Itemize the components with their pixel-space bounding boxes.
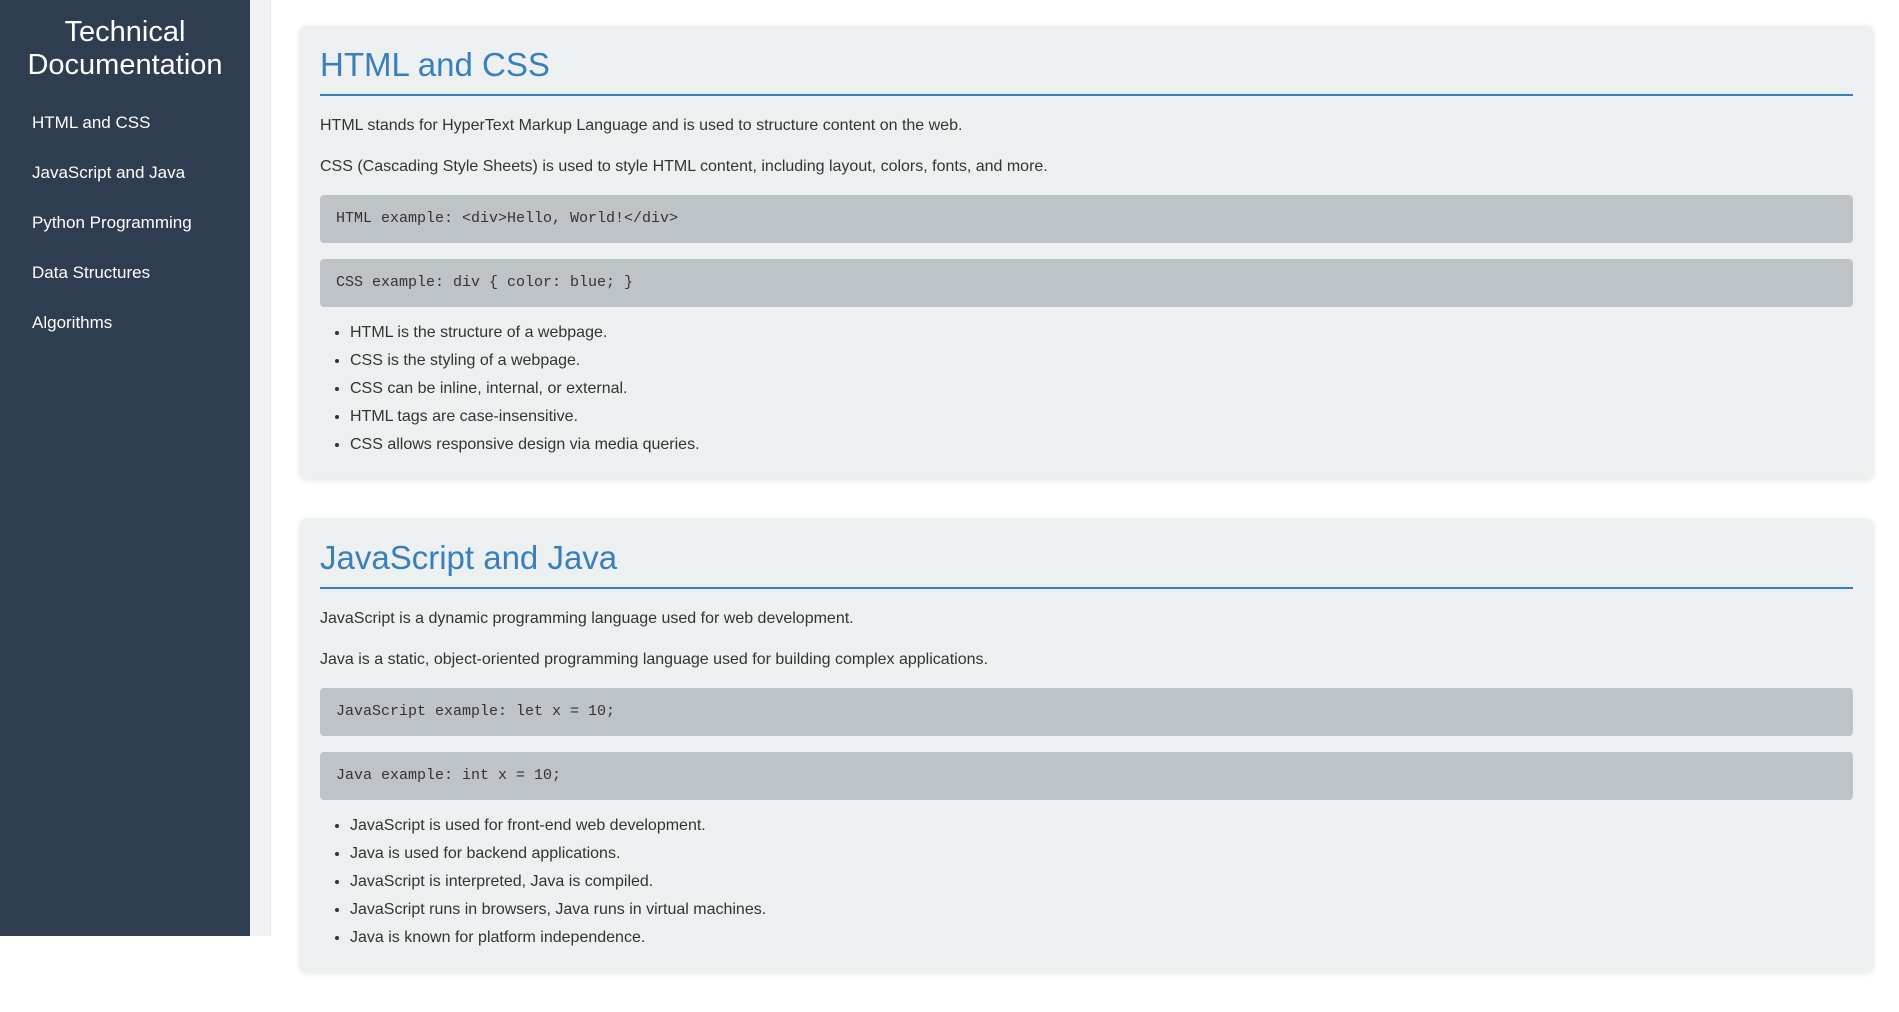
bullet-list: JavaScript is used for front-end web dev… xyxy=(320,812,1853,952)
section-title: HTML and CSS xyxy=(320,42,1853,96)
section-javascript-java: JavaScript and Java JavaScript is a dyna… xyxy=(300,519,1873,972)
code-block: Java example: int x = 10; xyxy=(320,752,1853,800)
section-title: JavaScript and Java xyxy=(320,535,1853,589)
nav-list: HTML and CSS JavaScript and Java Python … xyxy=(0,108,250,358)
code-block: JavaScript example: let x = 10; xyxy=(320,688,1853,736)
list-item: JavaScript is interpreted, Java is compi… xyxy=(350,868,1853,896)
list-item: HTML is the structure of a webpage. xyxy=(350,319,1853,347)
code-block: CSS example: div { color: blue; } xyxy=(320,259,1853,307)
code-block: HTML example: <div>Hello, World!</div> xyxy=(320,195,1853,243)
list-item: Java is used for backend applications. xyxy=(350,840,1853,868)
nav-link-python[interactable]: Python Programming xyxy=(0,208,250,238)
section-paragraph: JavaScript is a dynamic programming lang… xyxy=(320,610,854,627)
section-paragraph: HTML stands for HyperText Markup Languag… xyxy=(320,117,963,134)
nav-item-javascript-java: JavaScript and Java xyxy=(0,158,250,208)
sidebar-nav: Technical Documentation HTML and CSS Jav… xyxy=(0,0,250,936)
sidebar-title-line-1: Technical xyxy=(64,16,186,48)
section-paragraph: Java is a static, object-oriented progra… xyxy=(320,651,988,668)
nav-link-javascript-java[interactable]: JavaScript and Java xyxy=(0,158,250,188)
content-gutter xyxy=(250,0,271,936)
nav-item-algorithms: Algorithms xyxy=(0,308,250,358)
list-item: JavaScript runs in browsers, Java runs i… xyxy=(350,896,1853,924)
sidebar-title: Technical Documentation xyxy=(0,0,250,82)
section-paragraph: CSS (Cascading Style Sheets) is used to … xyxy=(320,158,1048,175)
list-item: HTML tags are case-insensitive. xyxy=(350,403,1853,431)
list-item: CSS is the styling of a webpage. xyxy=(350,347,1853,375)
nav-item-html-css: HTML and CSS xyxy=(0,108,250,158)
nav-link-html-css[interactable]: HTML and CSS xyxy=(0,108,250,138)
nav-link-data-structures[interactable]: Data Structures xyxy=(0,258,250,288)
nav-item-python: Python Programming xyxy=(0,208,250,258)
bullet-list: HTML is the structure of a webpage. CSS … xyxy=(320,319,1853,459)
nav-link-algorithms[interactable]: Algorithms xyxy=(0,308,250,338)
main-content: HTML and CSS HTML stands for HyperText M… xyxy=(300,26,1873,1012)
list-item: CSS can be inline, internal, or external… xyxy=(350,375,1853,403)
list-item: Java is known for platform independence. xyxy=(350,924,1853,952)
section-html-css: HTML and CSS HTML stands for HyperText M… xyxy=(300,26,1873,479)
list-item: CSS allows responsive design via media q… xyxy=(350,431,1853,459)
nav-item-data-structures: Data Structures xyxy=(0,258,250,308)
list-item: JavaScript is used for front-end web dev… xyxy=(350,812,1853,840)
sidebar-title-line-2: Documentation xyxy=(27,49,223,81)
